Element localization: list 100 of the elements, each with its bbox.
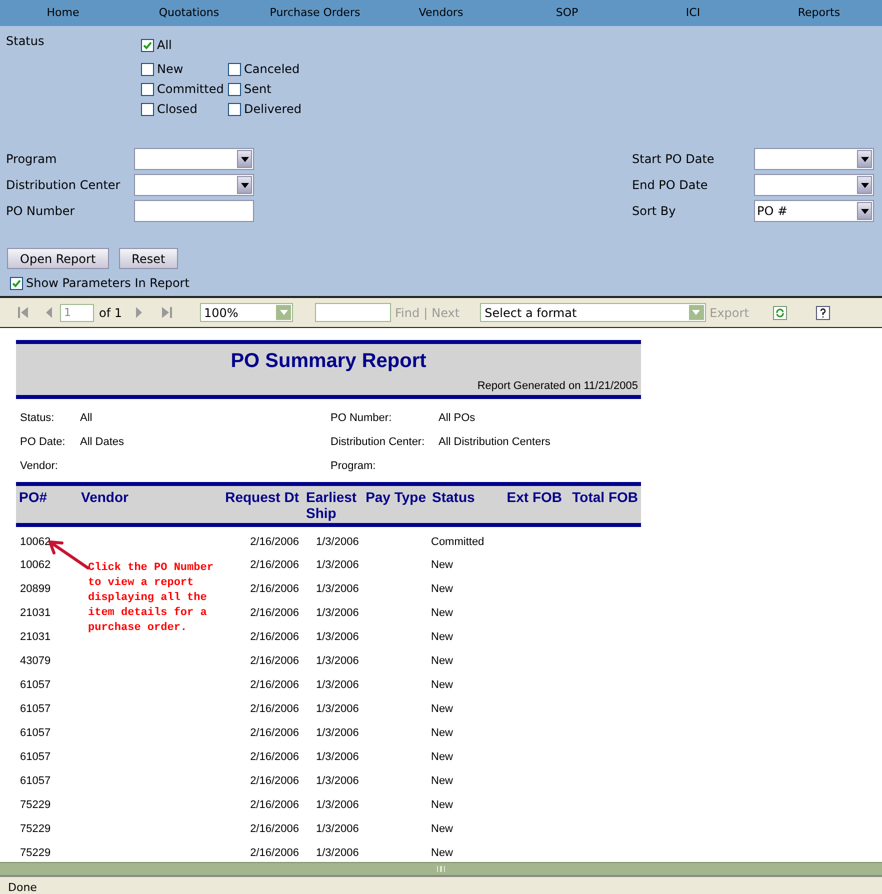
table-cell-text: 1/3/2006 xyxy=(315,534,360,550)
po-number-link[interactable]: 21031 xyxy=(16,628,78,646)
field-label: Sort By xyxy=(632,203,677,220)
nav-link[interactable]: Quotations xyxy=(158,4,220,22)
table-cell-text: 2/16/2006 xyxy=(249,606,300,621)
table-cell-text: 1/3/2006 xyxy=(315,606,360,621)
table-cell-text: 1/3/2006 xyxy=(315,774,360,789)
report-title: PO Summary Report xyxy=(230,349,426,374)
page-count: of 1 xyxy=(99,304,122,322)
po-number-link[interactable]: 43079 xyxy=(16,652,78,670)
column-header: Request Dt xyxy=(224,489,300,507)
po-number-link[interactable]: 10062 xyxy=(16,556,78,574)
checkbox[interactable] xyxy=(10,276,23,290)
last-page-icon[interactable] xyxy=(162,307,172,318)
nav-link[interactable]: Reports xyxy=(798,4,840,22)
checkbox[interactable] xyxy=(141,62,154,76)
previous-page-icon[interactable] xyxy=(44,307,54,318)
po-number-link[interactable]: 61057 xyxy=(16,772,78,790)
table-cell-text: 2/16/2006 xyxy=(249,798,300,813)
checkbox-label: Committed xyxy=(157,81,224,98)
column-header: PO# xyxy=(18,489,48,507)
nav-link[interactable]: Purchase Orders xyxy=(270,4,360,22)
input-field[interactable] xyxy=(134,200,254,222)
page-number-field[interactable]: 1 xyxy=(60,304,94,322)
po-number-link[interactable]: 61057 xyxy=(16,748,78,766)
parameter-label: PO Number: xyxy=(330,411,393,424)
column-header: Ext FOB xyxy=(506,489,563,507)
parameter-value: All Dates xyxy=(80,435,124,448)
table-cell-text: New xyxy=(430,654,454,669)
checkbox[interactable] xyxy=(141,38,154,52)
nav-link[interactable]: ICI xyxy=(686,4,700,22)
po-number-link[interactable]: 61057 xyxy=(16,724,78,742)
status-text: Done xyxy=(8,882,37,894)
parameter-value: All POs xyxy=(438,411,476,424)
checkbox[interactable] xyxy=(228,102,241,116)
action-button[interactable]: Open Report xyxy=(7,248,109,269)
table-cell-text: New xyxy=(430,582,454,597)
table-cell-text: New xyxy=(430,774,454,789)
dropdown-field[interactable] xyxy=(754,174,874,196)
dropdown-field[interactable] xyxy=(134,174,254,196)
parameter-value: All xyxy=(80,411,92,424)
po-number-link[interactable]: 75229 xyxy=(16,844,78,862)
field-label: PO Number xyxy=(6,203,76,220)
po-number-link[interactable]: 61057 xyxy=(16,700,78,718)
parameter-label: Distribution Center: xyxy=(330,435,426,448)
table-cell-text: Committed xyxy=(430,534,486,550)
grip-icon xyxy=(437,866,445,872)
table-cell-text: 2/16/2006 xyxy=(249,750,300,765)
separator-text: | xyxy=(424,304,428,322)
table-cell-text: 1/3/2006 xyxy=(315,822,360,837)
checkbox-label: Show Parameters In Report xyxy=(26,275,190,292)
table-cell-text: 1/3/2006 xyxy=(315,654,360,669)
table-cell-text: 1/3/2006 xyxy=(315,846,360,861)
checkbox[interactable] xyxy=(141,82,154,96)
field-label: Status xyxy=(6,33,46,50)
nav-link[interactable]: Home xyxy=(46,4,80,22)
table-cell-text: 2/16/2006 xyxy=(249,558,300,573)
checkbox[interactable] xyxy=(228,82,241,96)
format-dropdown[interactable]: Select a format xyxy=(480,303,706,322)
parameter-label: Status: xyxy=(20,411,56,424)
table-cell-text: 1/3/2006 xyxy=(315,630,360,645)
po-number-link[interactable]: 75229 xyxy=(16,796,78,814)
field-label: Program xyxy=(6,151,58,168)
parameter-label: Vendor: xyxy=(20,459,59,472)
parameter-value: All Distribution Centers xyxy=(438,435,550,448)
help-icon[interactable] xyxy=(816,306,830,320)
checkbox-label: Closed xyxy=(157,101,198,118)
table-cell-text: 2/16/2006 xyxy=(249,774,300,789)
checkbox[interactable] xyxy=(141,102,154,116)
table-cell-text: New xyxy=(430,822,454,837)
table-cell-text: New xyxy=(430,606,454,621)
callout-text: Click the PO Number to view a report displaying all the item details for a purchase order. xyxy=(88,561,214,636)
action-button[interactable]: Reset xyxy=(118,248,178,269)
next-page-icon[interactable] xyxy=(134,307,144,318)
dropdown-field[interactable] xyxy=(754,148,874,170)
find-field[interactable] xyxy=(315,303,392,322)
dropdown-field[interactable] xyxy=(134,148,254,170)
nav-link[interactable]: SOP xyxy=(556,4,578,22)
table-cell-text: New xyxy=(430,846,454,861)
horizontal-scrollbar[interactable] xyxy=(0,862,882,876)
po-number-link[interactable]: 10062 xyxy=(16,534,78,550)
table-cell-text: 1/3/2006 xyxy=(315,678,360,693)
refresh-icon[interactable] xyxy=(772,306,787,320)
table-cell-text: New xyxy=(430,798,454,813)
checkbox[interactable] xyxy=(228,62,241,76)
column-header: Vendor xyxy=(80,489,130,507)
zoom-dropdown[interactable]: 100% xyxy=(200,303,294,322)
first-page-icon[interactable] xyxy=(18,307,28,318)
table-cell-text: 1/3/2006 xyxy=(315,582,360,597)
po-number-link[interactable]: 61057 xyxy=(16,676,78,694)
parameter-label: PO Date: xyxy=(20,435,66,448)
po-number-link[interactable]: 75229 xyxy=(16,820,78,838)
column-header: Total FOB xyxy=(571,489,639,507)
nav-link[interactable]: Vendors xyxy=(418,4,464,22)
po-number-link[interactable]: 20899 xyxy=(16,580,78,598)
table-cell-text: 1/3/2006 xyxy=(315,558,360,573)
table-cell-text: 2/16/2006 xyxy=(249,726,300,741)
dropdown-field[interactable]: PO # xyxy=(754,200,874,222)
table-cell-text: 2/16/2006 xyxy=(249,654,300,669)
po-number-link[interactable]: 21031 xyxy=(16,604,78,622)
